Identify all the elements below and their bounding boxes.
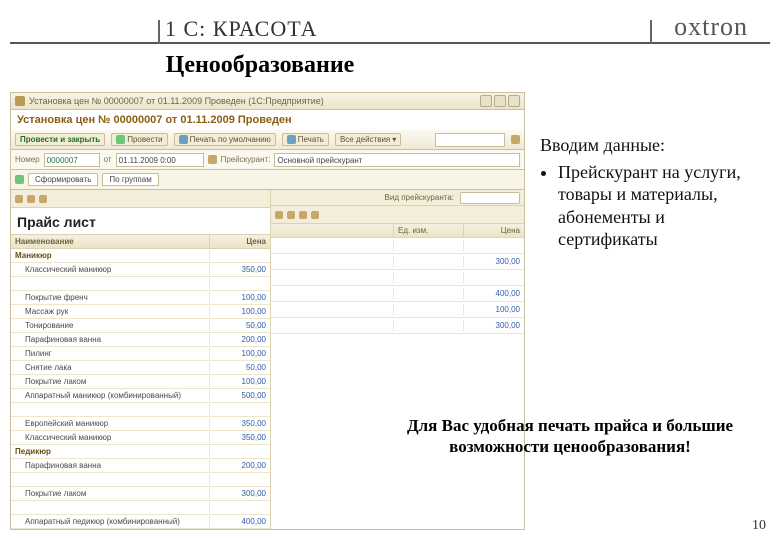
tab-form[interactable]: Сформировать [28, 173, 98, 186]
table-row[interactable] [11, 277, 270, 291]
left-grid-header: Наименование Цена [11, 234, 270, 249]
pricelist-type-field[interactable] [460, 192, 520, 204]
table-row[interactable] [11, 501, 270, 515]
printer-icon [287, 135, 296, 144]
minimize-button[interactable] [480, 95, 492, 107]
table-row[interactable]: 400,00 [271, 286, 524, 302]
tool-icon[interactable] [275, 211, 283, 219]
table-row[interactable] [271, 238, 524, 254]
document-title: Установка цен № 00000007 от 01.11.2009 П… [10, 110, 525, 130]
save-label: Провести и закрыть [20, 135, 100, 144]
brand-name: oxtron [674, 12, 748, 42]
page-number: 10 [752, 518, 766, 534]
rule-tick [650, 20, 652, 44]
main-toolbar: Провести и закрыть Провести Печать по ум… [10, 130, 525, 150]
table-row[interactable]: Классический маникюр350,00 [11, 263, 270, 277]
bottom-annotation: Для Вас удобная печать прайса и большие … [390, 415, 750, 458]
side-title: Вводим данные: [540, 134, 760, 157]
col-name: Наименование [11, 235, 210, 248]
table-row[interactable]: 300,00 [271, 254, 524, 270]
table-row[interactable] [11, 473, 270, 487]
all-actions-label: Все действия [340, 135, 390, 144]
tool-icon[interactable] [27, 195, 35, 203]
price-list-title: Прайс лист [11, 208, 270, 234]
table-row[interactable] [271, 270, 524, 286]
right-top-bar: Вид прейскуранта: [271, 190, 524, 206]
table-row[interactable]: Педикюр [11, 445, 270, 459]
date-label: от [104, 155, 112, 164]
tab-groups[interactable]: По группам [102, 173, 158, 186]
pricelist-field[interactable]: Основной прейскурант [274, 153, 520, 167]
table-row[interactable]: 100,00 [271, 302, 524, 318]
rule-tick [158, 20, 160, 44]
table-row[interactable]: Европейский маникюр350,00 [11, 417, 270, 431]
post-label: Провести [127, 135, 162, 144]
table-row[interactable]: Покрытие френч100,00 [11, 291, 270, 305]
maximize-button[interactable] [494, 95, 506, 107]
print-default-label: Печать по умолчанию [190, 135, 271, 144]
action-icon[interactable] [15, 175, 24, 184]
content-area: Прайс лист Наименование Цена МаникюрКлас… [10, 190, 525, 530]
tool-icon[interactable] [299, 211, 307, 219]
calendar-icon[interactable] [208, 155, 217, 164]
number-field[interactable]: 0000007 [44, 153, 100, 167]
save-and-close-button[interactable]: Провести и закрыть [15, 133, 105, 146]
window-controls [480, 95, 520, 107]
window-titlebar[interactable]: Установка цен № 00000007 от 01.11.2009 П… [10, 92, 525, 110]
tab-bar: Сформировать По группам [10, 170, 525, 190]
tool-icon[interactable] [311, 211, 319, 219]
printer-icon [179, 135, 188, 144]
window-title: Установка цен № 00000007 от 01.11.2009 П… [29, 96, 476, 106]
table-row[interactable]: Массаж рук100,00 [11, 305, 270, 319]
table-row[interactable]: Классический маникюр350,00 [11, 431, 270, 445]
table-row[interactable]: Аппаратный педикюр (комбинированный)400,… [11, 515, 270, 529]
right-grid-body[interactable]: 300,00 400,00 100,00 300,00 [271, 238, 524, 334]
right-toolbar [271, 206, 524, 224]
table-row[interactable]: Покрытие лаком100,00 [11, 375, 270, 389]
print-label: Печать [298, 135, 324, 144]
table-row[interactable]: Тонирование50,00 [11, 319, 270, 333]
pricelist-label: Прейскурант: [221, 155, 271, 164]
help-icon[interactable] [511, 135, 520, 144]
close-button[interactable] [508, 95, 520, 107]
product-name: 1 С: КРАСОТА [165, 16, 317, 42]
tool-icon[interactable] [287, 211, 295, 219]
date-field[interactable]: 01.11.2009 0:00 [116, 153, 204, 167]
left-toolbar [11, 190, 270, 208]
col-unit: Ед. изм. [394, 224, 464, 237]
side-bullet: Прейскурант на услуги, товары и материал… [558, 161, 760, 251]
table-row[interactable]: Покрытие лаком300,00 [11, 487, 270, 501]
form-row: Номер 0000007 от 01.11.2009 0:00 Прейску… [10, 150, 525, 170]
table-row[interactable]: Аппаратный маникюр (комбинированный)500,… [11, 389, 270, 403]
col-a [271, 224, 394, 237]
post-icon [116, 135, 125, 144]
table-row[interactable]: Снятие лака50,00 [11, 361, 270, 375]
left-pane: Прайс лист Наименование Цена МаникюрКлас… [11, 190, 271, 529]
pricelist-type-label: Вид прейскуранта: [385, 193, 454, 202]
side-annotation: Вводим данные: Прейскурант на услуги, то… [540, 134, 760, 251]
table-row[interactable]: Парафиновая ванна200,00 [11, 333, 270, 347]
table-row[interactable]: Маникюр [11, 249, 270, 263]
all-actions-dropdown[interactable]: Все действия ▾ [335, 133, 401, 146]
col-price-r: Цена [464, 224, 524, 237]
slide-title: Ценообразование [10, 52, 510, 79]
tool-icon[interactable] [15, 195, 23, 203]
table-row[interactable] [11, 403, 270, 417]
right-grid-header: Ед. изм. Цена [271, 224, 524, 238]
table-row[interactable]: Парафиновая ванна200,00 [11, 459, 270, 473]
left-grid-body[interactable]: МаникюрКлассический маникюр350,00 Покрыт… [11, 249, 270, 529]
col-price: Цена [210, 235, 270, 248]
right-pane: Вид прейскуранта: Ед. изм. Цена 300,00 4… [271, 190, 524, 529]
number-label: Номер [15, 155, 40, 164]
post-button[interactable]: Провести [111, 133, 167, 146]
table-row[interactable]: Пилинг100,00 [11, 347, 270, 361]
search-input[interactable] [435, 133, 505, 147]
app-icon [15, 96, 25, 106]
slide-header-rule: 1 С: КРАСОТА oxtron [10, 20, 770, 44]
print-default-button[interactable]: Печать по умолчанию [174, 133, 276, 146]
table-row[interactable]: 300,00 [271, 318, 524, 334]
tool-icon[interactable] [39, 195, 47, 203]
print-button[interactable]: Печать [282, 133, 329, 146]
